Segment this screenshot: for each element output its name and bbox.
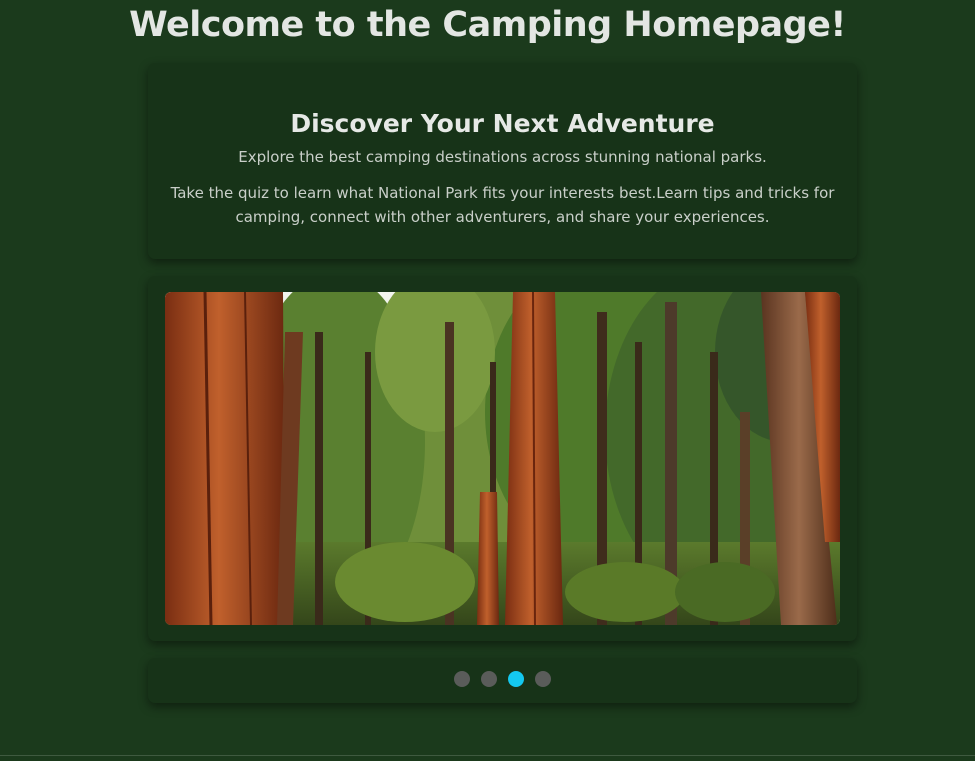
carousel-dot-1[interactable] bbox=[454, 671, 470, 687]
carousel-indicators-card bbox=[148, 658, 857, 703]
footer-divider bbox=[0, 755, 975, 756]
carousel-dot-3[interactable] bbox=[508, 671, 524, 687]
carousel-indicators bbox=[148, 671, 857, 687]
carousel-card bbox=[148, 276, 857, 641]
forest-image bbox=[165, 292, 840, 625]
intro-heading: Discover Your Next Adventure bbox=[290, 109, 715, 138]
carousel-dot-4[interactable] bbox=[535, 671, 551, 687]
carousel-slide-image bbox=[165, 292, 840, 625]
carousel-dot-2[interactable] bbox=[481, 671, 497, 687]
intro-body: Take the quiz to learn what National Par… bbox=[170, 184, 835, 226]
page: Welcome to the Camping Homepage! Discove… bbox=[0, 0, 975, 761]
page-title: Welcome to the Camping Homepage! bbox=[129, 5, 846, 45]
intro-subheading: Explore the best camping destinations ac… bbox=[238, 148, 767, 166]
intro-card: Discover Your Next Adventure Explore the… bbox=[148, 63, 857, 259]
